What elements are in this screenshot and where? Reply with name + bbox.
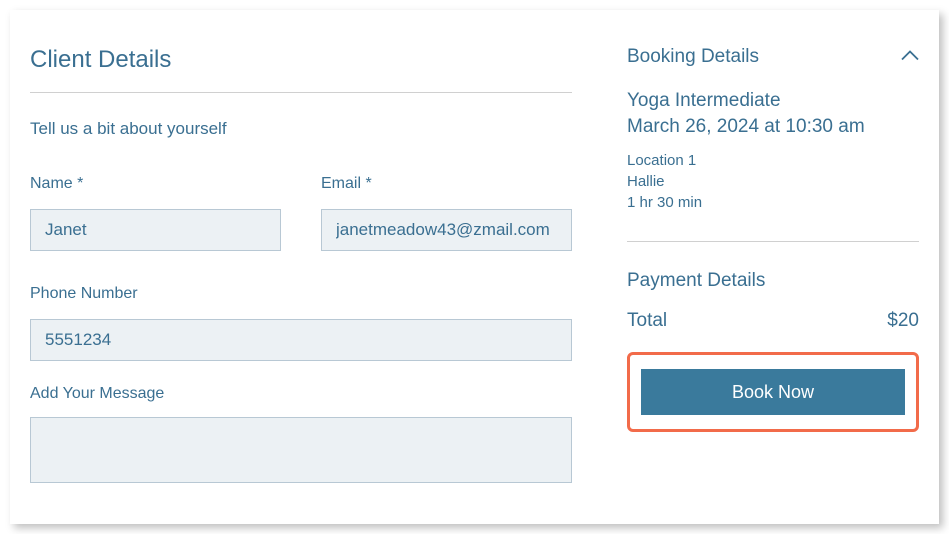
booking-duration: 1 hr 30 min: [627, 194, 919, 211]
name-input[interactable]: [30, 209, 281, 251]
message-label: Add Your Message: [30, 385, 572, 403]
total-value: $20: [887, 310, 919, 332]
client-details-heading: Client Details: [30, 46, 572, 74]
payment-details-title: Payment Details: [627, 270, 919, 292]
book-now-button[interactable]: Book Now: [641, 369, 905, 415]
name-email-row: Name * Email *: [30, 175, 572, 251]
total-label: Total: [627, 310, 667, 332]
booking-form-panel: Client Details Tell us a bit about yours…: [10, 10, 939, 524]
book-now-highlight: Book Now: [627, 352, 919, 432]
message-textarea[interactable]: [30, 417, 572, 483]
phone-label: Phone Number: [30, 285, 572, 303]
client-details-intro: Tell us a bit about yourself: [30, 119, 572, 139]
email-label: Email *: [321, 175, 572, 193]
name-label: Name *: [30, 175, 281, 193]
chevron-up-icon: [901, 48, 919, 66]
name-group: Name *: [30, 175, 281, 251]
booking-service-name: Yoga Intermediate: [627, 90, 919, 112]
email-group: Email *: [321, 175, 572, 251]
total-row: Total $20: [627, 310, 919, 332]
booking-datetime: March 26, 2024 at 10:30 am: [627, 116, 919, 138]
phone-group: Phone Number: [30, 285, 572, 361]
email-input[interactable]: [321, 209, 572, 251]
phone-input[interactable]: [30, 319, 572, 361]
booking-header[interactable]: Booking Details: [627, 46, 919, 68]
booking-staff: Hallie: [627, 173, 919, 190]
booking-details-title: Booking Details: [627, 46, 759, 68]
heading-divider: [30, 92, 572, 93]
summary-divider: [627, 241, 919, 242]
message-group: Add Your Message: [30, 385, 572, 483]
summary-column: Booking Details Yoga Intermediate March …: [602, 46, 919, 504]
client-details-column: Client Details Tell us a bit about yours…: [30, 46, 602, 504]
booking-location: Location 1: [627, 152, 919, 169]
